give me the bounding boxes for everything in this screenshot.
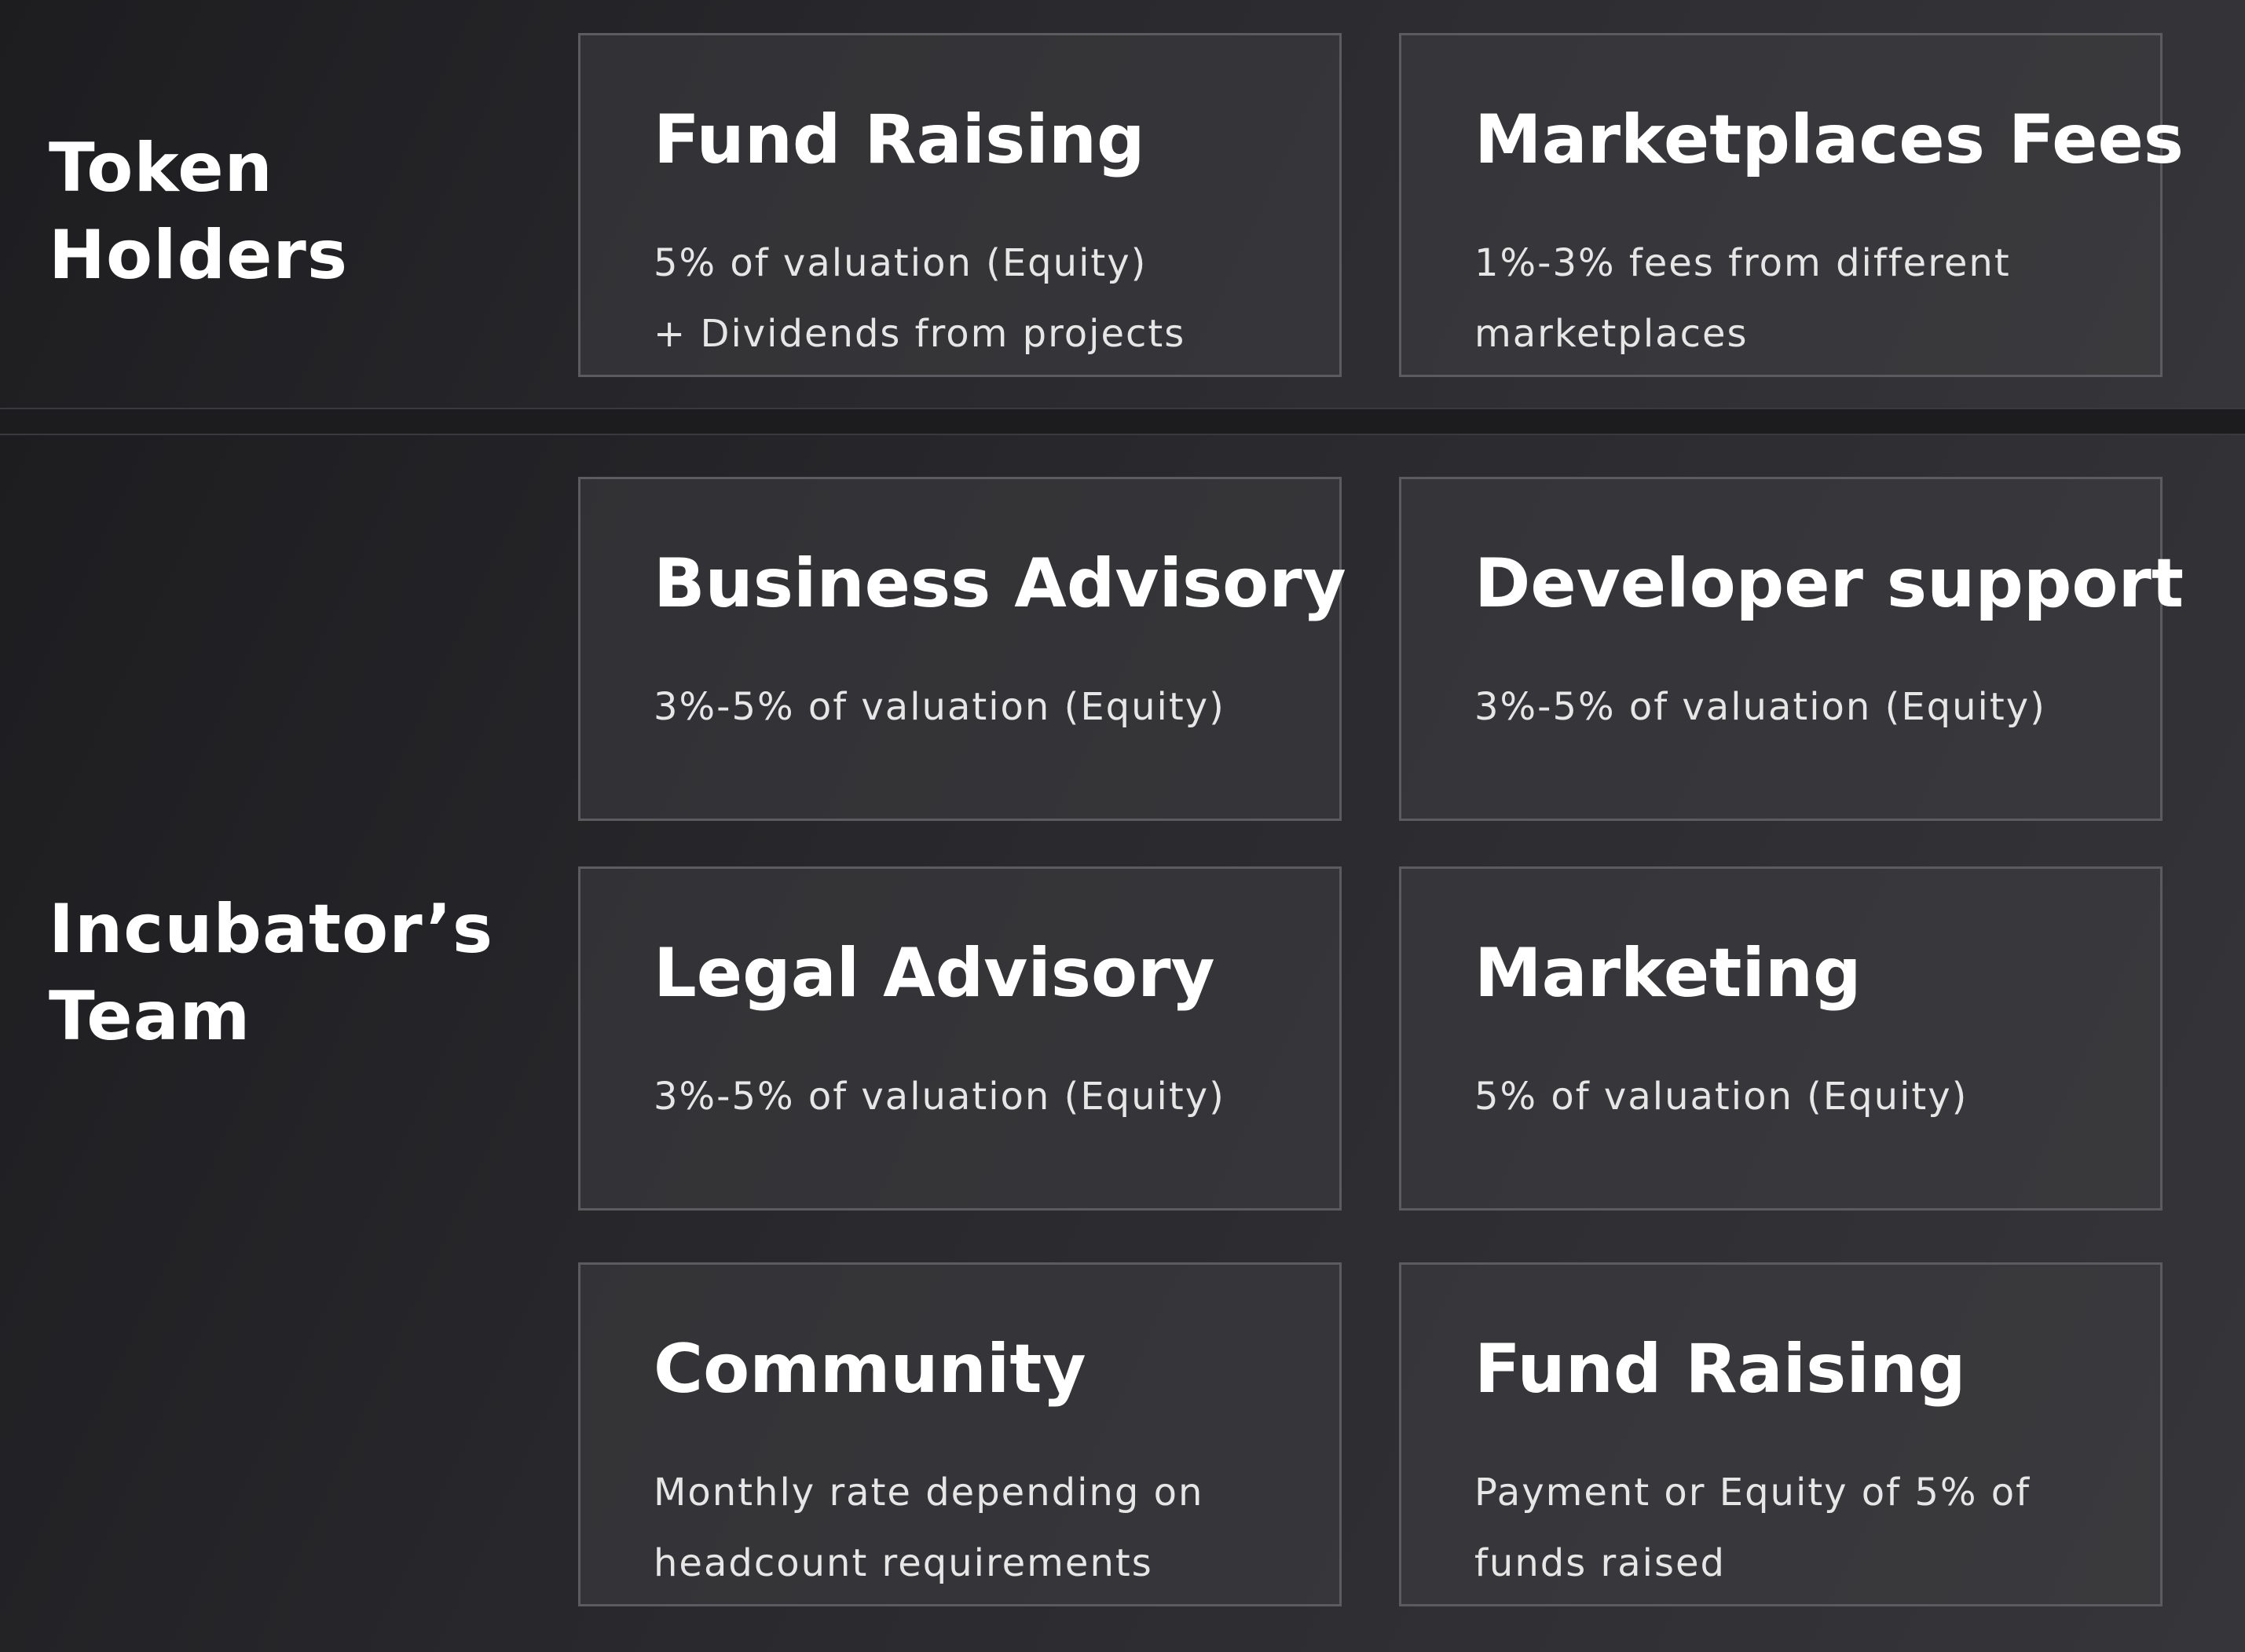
card-title: Marketplaces Fees	[1474, 101, 2184, 179]
token-holders-section: Token Holders Fund Raising 5% of valuati…	[0, 0, 2245, 409]
card-description: Payment or Equity of 5% of funds raised	[1474, 1471, 2031, 1585]
card-title: Business Advisory	[654, 544, 1346, 623]
card-fund-raising-team[interactable]: Fund Raising Payment or Equity of 5% of …	[1399, 1262, 2163, 1606]
token-holders-title: Token Holders	[49, 129, 349, 295]
card-title: Marketing	[1474, 934, 1862, 1013]
card-developer-support[interactable]: Developer support 3%-5% of valuation (Eq…	[1399, 477, 2184, 821]
incubator-team-title: Incubator’s Team	[49, 890, 494, 1056]
card-description: 5% of valuation (Equity) + Dividends fro…	[654, 241, 1186, 356]
card-description: 5% of valuation (Equity)	[1474, 1075, 1968, 1119]
card-description: 3%-5% of valuation (Equity)	[654, 685, 1225, 729]
card-title: Fund Raising	[654, 101, 1145, 179]
card-description: 3%-5% of valuation (Equity)	[1474, 685, 2046, 729]
card-title: Legal Advisory	[654, 934, 1215, 1013]
card-title: Fund Raising	[1474, 1330, 1966, 1408]
card-title: Community	[654, 1330, 1086, 1408]
card-description: Monthly rate depending on headcount requ…	[654, 1471, 1204, 1585]
card-fund-raising-token[interactable]: Fund Raising 5% of valuation (Equity) + …	[578, 33, 1342, 377]
card-marketplaces-fees[interactable]: Marketplaces Fees 1%-3% fees from differ…	[1399, 33, 2184, 377]
card-description: 1%-3% fees from different marketplaces	[1474, 241, 2011, 356]
card-community[interactable]: Community Monthly rate depending on head…	[578, 1262, 1342, 1606]
card-legal-advisory[interactable]: Legal Advisory 3%-5% of valuation (Equit…	[578, 866, 1342, 1211]
card-marketing[interactable]: Marketing 5% of valuation (Equity)	[1399, 866, 2163, 1211]
card-business-advisory[interactable]: Business Advisory 3%-5% of valuation (Eq…	[578, 477, 1346, 821]
card-title: Developer support	[1474, 544, 2185, 623]
card-description: 3%-5% of valuation (Equity)	[654, 1075, 1225, 1119]
incubator-team-section: Incubator’s Team Business Advisory 3%-5%…	[0, 434, 2245, 1652]
